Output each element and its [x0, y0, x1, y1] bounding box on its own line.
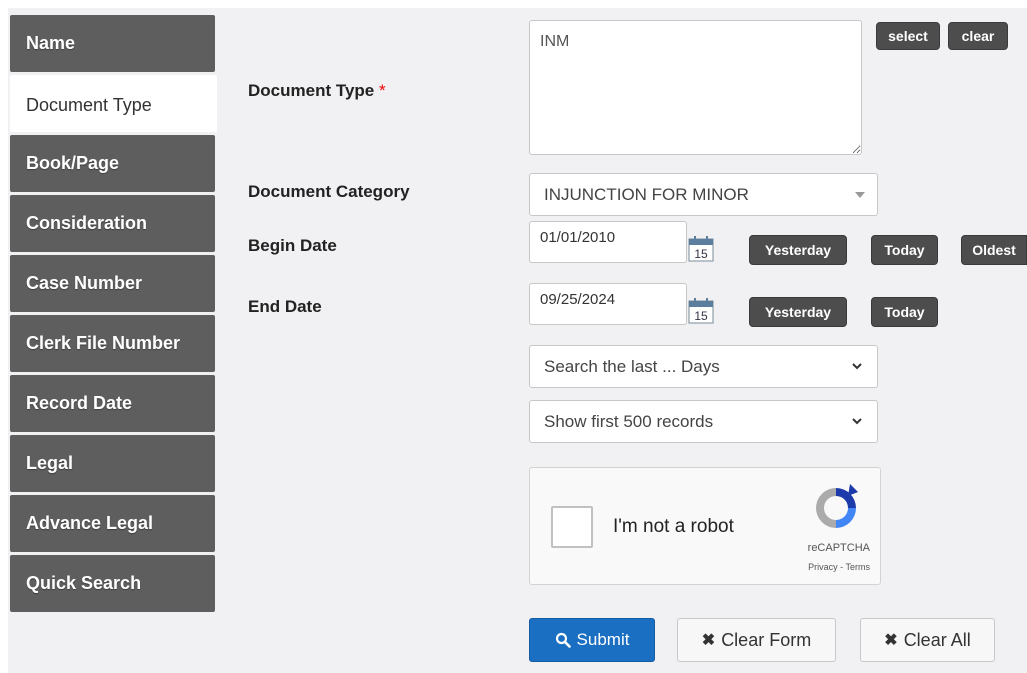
sidebar-item-label: Advance Legal — [26, 513, 154, 533]
clear-form-button[interactable]: ✖ Clear Form — [677, 618, 836, 662]
calendar-day: 15 — [694, 309, 708, 323]
recaptcha-terms-link[interactable]: Terms — [846, 562, 871, 572]
sidebar-item-name[interactable]: Name — [10, 15, 215, 72]
sidebar-item-book-page[interactable]: Book/Page — [10, 135, 215, 192]
calendar-icon[interactable]: 15 — [688, 298, 714, 324]
show-records-select[interactable]: Show first 500 records — [529, 400, 878, 443]
sidebar-item-label: Legal — [26, 453, 74, 473]
sidebar-item-label: Record Date — [26, 393, 133, 413]
sidebar-item-label: Document Type — [26, 95, 152, 115]
begin-yesterday-button[interactable]: Yesterday — [749, 235, 847, 265]
sidebar-item-label: Quick Search — [26, 573, 142, 593]
clear-button[interactable]: clear — [948, 22, 1008, 50]
recaptcha-links: Privacy - Terms — [808, 562, 870, 572]
caret-down-icon — [855, 192, 865, 198]
search-last-days-select[interactable]: Search the last ... Days — [529, 345, 878, 388]
sidebar-item-consideration[interactable]: Consideration — [10, 195, 215, 252]
search-icon — [555, 632, 571, 648]
chevron-down-icon — [852, 363, 862, 370]
recaptcha-logo-icon — [816, 484, 858, 528]
sidebar-item-label: Clerk File Number — [26, 333, 181, 353]
chevron-down-icon — [852, 418, 862, 425]
begin-oldest-button[interactable]: Oldest — [961, 235, 1027, 265]
show-records-value: Show first 500 records — [544, 411, 714, 431]
sidebar-item-case-number[interactable]: Case Number — [10, 255, 215, 312]
calendar-day: 15 — [694, 247, 708, 261]
required-marker: * — [379, 81, 386, 100]
document-category-select[interactable]: INJUNCTION FOR MINOR — [529, 173, 878, 216]
end-date-input[interactable] — [529, 283, 687, 325]
document-category-value: INJUNCTION FOR MINOR — [544, 184, 749, 204]
clear-all-label: Clear All — [903, 629, 971, 650]
search-last-days-value: Search the last ... Days — [544, 356, 720, 376]
begin-date-label: Begin Date — [248, 236, 337, 255]
search-type-sidebar: Name Document Type Book/Page Considerati… — [10, 15, 217, 615]
clear-form-label: Clear Form — [721, 629, 812, 650]
recaptcha-widget: I'm not a robot reCAPTCHA Privacy - Term… — [529, 467, 881, 585]
sidebar-item-legal[interactable]: Legal — [10, 435, 215, 492]
sidebar-item-quick-search[interactable]: Quick Search — [10, 555, 215, 612]
sidebar-item-document-type[interactable]: Document Type — [10, 75, 217, 132]
calendar-icon[interactable]: 15 — [688, 236, 714, 262]
document-category-label: Document Category — [248, 182, 410, 201]
sidebar-item-record-date[interactable]: Record Date — [10, 375, 215, 432]
close-icon: ✖ — [884, 632, 898, 649]
close-icon: ✖ — [701, 632, 716, 649]
sidebar-item-label: Consideration — [26, 213, 148, 233]
recaptcha-brand: reCAPTCHA — [807, 542, 870, 554]
end-date-label: End Date — [248, 297, 322, 316]
submit-button[interactable]: Submit — [529, 618, 655, 662]
recaptcha-link-separator: - — [837, 562, 846, 572]
recaptcha-label: I'm not a robot — [613, 516, 734, 537]
document-type-label: Document Type * — [248, 81, 386, 101]
document-type-textarea[interactable]: INM — [529, 20, 862, 155]
end-yesterday-button[interactable]: Yesterday — [749, 297, 847, 327]
recaptcha-privacy-link[interactable]: Privacy — [808, 562, 838, 572]
clear-all-button[interactable]: ✖ Clear All — [860, 618, 995, 662]
select-button[interactable]: select — [876, 22, 940, 50]
submit-label: Submit — [576, 630, 630, 649]
sidebar-item-label: Book/Page — [26, 153, 120, 173]
begin-today-button[interactable]: Today — [871, 235, 938, 265]
sidebar-item-clerk-file-number[interactable]: Clerk File Number — [10, 315, 215, 372]
sidebar-item-advance-legal[interactable]: Advance Legal — [10, 495, 215, 552]
sidebar-item-label: Case Number — [26, 273, 143, 293]
document-type-label-text: Document Type — [248, 81, 375, 100]
sidebar-item-label: Name — [26, 33, 76, 53]
begin-date-input[interactable] — [529, 221, 687, 263]
end-today-button[interactable]: Today — [871, 297, 938, 327]
recaptcha-checkbox[interactable] — [551, 506, 593, 548]
